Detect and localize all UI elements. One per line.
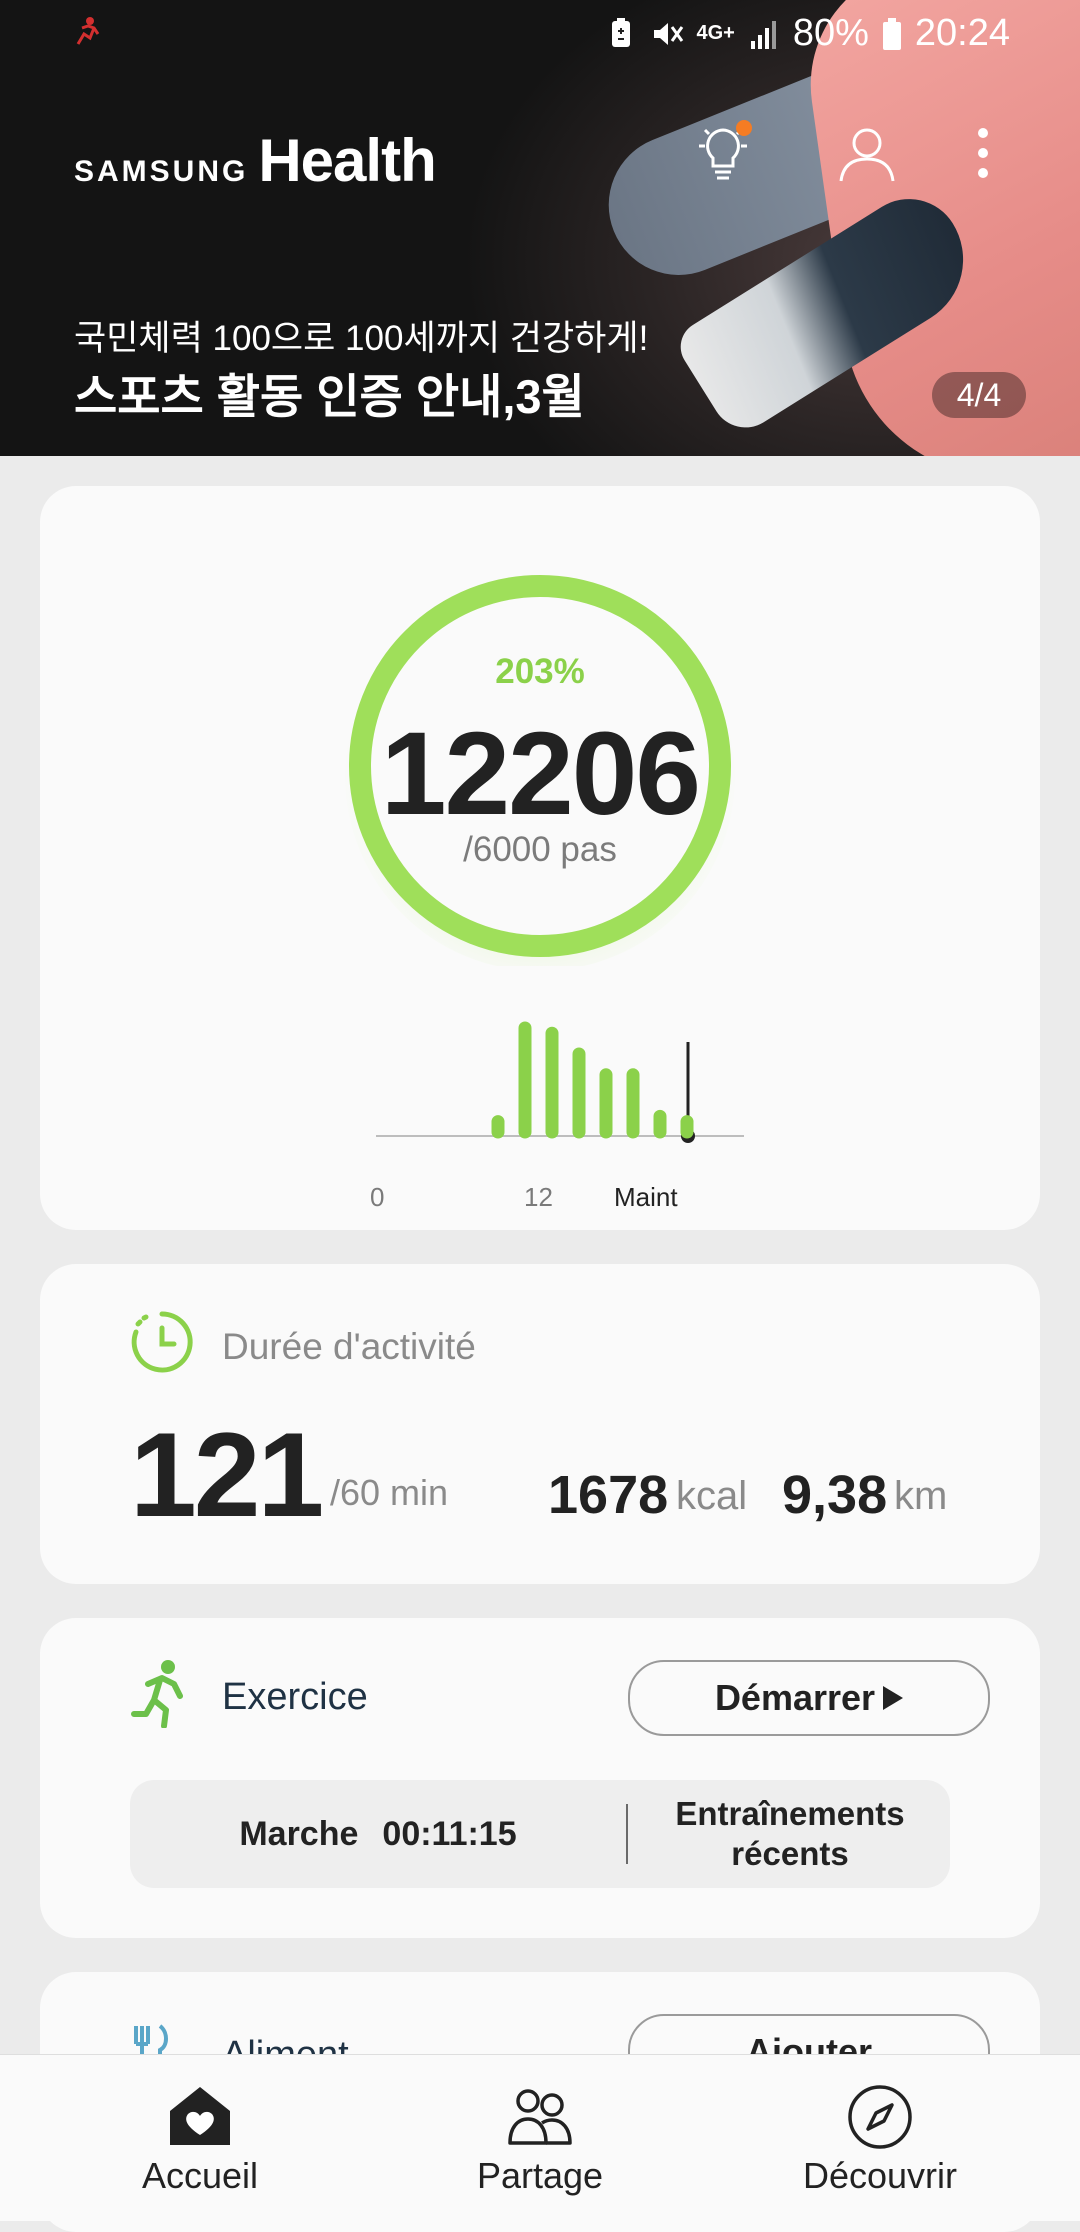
tips-button[interactable]	[688, 118, 758, 188]
signal-icon	[750, 20, 776, 49]
exercise-summary-row: Marche 00:11:15 Entraînements récents	[130, 1780, 950, 1888]
recent-workouts-line1: Entraînements	[675, 1795, 905, 1832]
running-notification-icon	[76, 17, 100, 45]
steps-count: 12206	[380, 708, 701, 840]
battery-saver-icon	[612, 17, 631, 47]
steps-hourly-chart	[376, 1021, 744, 1143]
calories-unit: kcal	[676, 1474, 748, 1518]
activity-minutes: 121	[130, 1408, 324, 1542]
running-icon	[131, 1660, 183, 1728]
exercise-title: Exercice	[222, 1676, 368, 1718]
calories-value: 1678	[548, 1465, 669, 1525]
nav-share[interactable]: Partage	[360, 2055, 720, 2221]
chart-tick-now: Maint	[614, 1182, 678, 1212]
last-exercise-duration: 00:11:15	[382, 1814, 517, 1853]
profile-button[interactable]	[832, 118, 902, 188]
nav-discover-label: Découvrir	[802, 2155, 958, 2196]
bottom-navigation: Accueil Partage Découvrir	[0, 2054, 1080, 2221]
logo-samsung: SAMSUNG	[74, 155, 249, 188]
header-banner[interactable]: 4G+ 80% 20:24 SAMSUNG Health 국민체력 100으로 …	[0, 0, 1080, 456]
more-vertical-icon	[978, 128, 988, 178]
recent-workouts-link[interactable]: Entraînements récents	[630, 1794, 950, 1874]
profile-icon	[839, 128, 895, 182]
battery-icon	[882, 17, 901, 50]
network-type: 4G+	[696, 22, 735, 44]
recent-workouts-line2: récents	[731, 1835, 849, 1872]
people-icon	[508, 2089, 572, 2145]
exercise-card[interactable]: Exercice Démarrer Marche 00:11:15 Entraî…	[40, 1618, 1040, 1938]
chart-tick-12: 12	[524, 1182, 553, 1212]
steps-card[interactable]: 203% 12206 /6000 pas 0 12 Maint	[40, 486, 1040, 1230]
more-options-button[interactable]	[948, 118, 1018, 188]
activity-goal: /60 min	[330, 1472, 449, 1513]
nav-home-label: Accueil	[141, 2155, 259, 2196]
exercise-row-divider	[626, 1804, 628, 1864]
app-logo: SAMSUNG Health	[74, 126, 437, 195]
distance-value: 9,38	[782, 1465, 888, 1525]
banner-subtitle: 국민체력 100으로 100세까지 건강하게!	[74, 319, 649, 358]
last-exercise[interactable]: Marche 00:11:15	[130, 1780, 626, 1888]
last-exercise-type: Marche	[239, 1814, 359, 1853]
nav-discover[interactable]: Découvrir	[700, 2055, 1060, 2221]
nav-home[interactable]: Accueil	[20, 2055, 380, 2221]
play-icon	[883, 1686, 904, 1710]
activity-timer-icon	[131, 1311, 193, 1373]
activity-title: Durée d'activité	[222, 1326, 476, 1367]
start-exercise-label: Démarrer	[714, 1677, 876, 1718]
banner-title: 스포츠 활동 인증 안내,3월	[74, 370, 585, 423]
home-heart-icon	[170, 2087, 230, 2145]
battery-percent: 80%	[792, 12, 869, 54]
compass-icon	[848, 2085, 912, 2149]
start-exercise-button[interactable]: Démarrer	[628, 1660, 990, 1736]
notification-dot	[736, 120, 752, 136]
status-bar: 4G+ 80% 20:24	[0, 0, 1080, 72]
chart-tick-0: 0	[370, 1182, 385, 1212]
steps-goal: /6000 pas	[463, 830, 617, 869]
activity-duration-card[interactable]: Durée d'activité 121 /60 min 1678 kcal 9…	[40, 1264, 1040, 1584]
nav-share-label: Partage	[476, 2155, 604, 2196]
steps-percent: 203%	[495, 652, 585, 691]
distance-unit: km	[894, 1474, 948, 1518]
logo-health: Health	[258, 127, 436, 194]
mute-icon	[654, 22, 684, 45]
banner-page-indicator: 4/4	[932, 372, 1026, 418]
clock: 20:24	[914, 12, 1010, 54]
